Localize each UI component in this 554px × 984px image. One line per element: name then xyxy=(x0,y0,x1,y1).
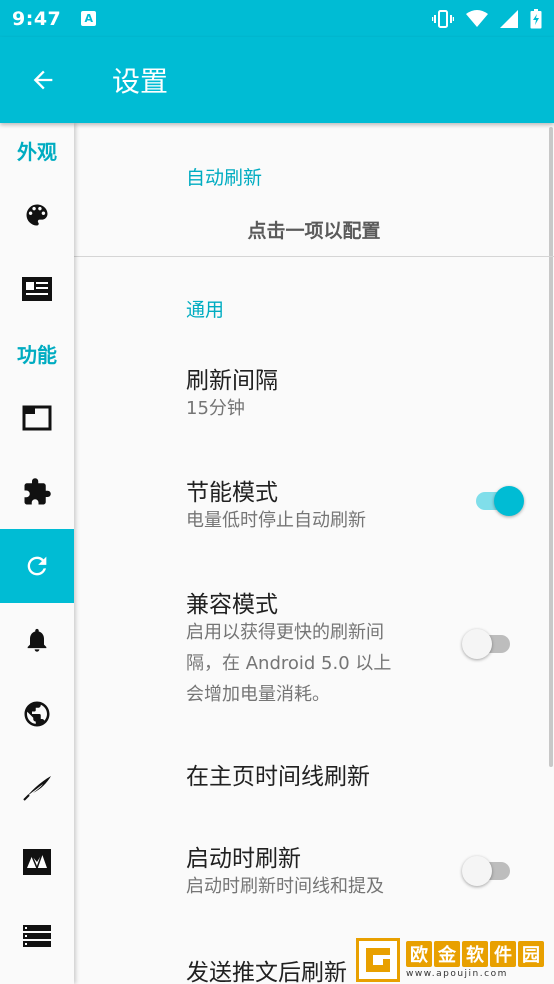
sidebar-item-notifications[interactable] xyxy=(0,603,74,677)
pref-summary: 启动时刷新时间线和提及 xyxy=(186,876,384,897)
wifi-icon xyxy=(466,9,488,27)
pref-title: 刷新间隔 xyxy=(186,368,278,394)
settings-screen: 9:47 A 设置 外观 功能 自动刷新 点击一项以配置 通用 刷新间隔 15分… xyxy=(0,0,554,984)
pref-title: 兼容模式 xyxy=(186,592,278,618)
switch-thumb xyxy=(494,486,524,516)
power-saving-switch[interactable] xyxy=(474,484,524,518)
status-time: 9:47 xyxy=(12,7,62,30)
pref-refresh-on-start[interactable]: 启动时刷新 启动时刷新时间线和提及 xyxy=(74,821,554,911)
back-button[interactable] xyxy=(0,37,86,123)
sidebar-item-extensions[interactable] xyxy=(0,455,74,529)
settings-content: 自动刷新 点击一项以配置 通用 刷新间隔 15分钟 节能模式 电量低时停止自动刷… xyxy=(74,123,554,984)
tab-icon xyxy=(22,405,52,431)
battery-icon xyxy=(530,8,542,28)
refresh-icon xyxy=(27,556,47,576)
pref-title: 在主页时间线刷新 xyxy=(186,764,370,790)
watermark-chars: 欧 金 软 件 园 xyxy=(406,941,544,967)
pref-summary-line: 隔，在 Android 5.0 以上 xyxy=(186,653,392,674)
vibrate-icon xyxy=(432,9,454,28)
switch-thumb xyxy=(462,629,492,659)
section-label-auto-refresh: 自动刷新 xyxy=(186,167,263,189)
pref-title: 发送推文后刷新 xyxy=(186,960,347,984)
sidebar-item-network[interactable] xyxy=(0,677,74,751)
watermark-char: 园 xyxy=(518,941,544,967)
compatibility-mode-switch[interactable] xyxy=(462,627,512,661)
arrow-back-icon xyxy=(33,70,53,90)
sidebar-item-tabs[interactable] xyxy=(0,381,74,455)
quill-icon xyxy=(23,776,51,801)
pref-title: 节能模式 xyxy=(186,480,278,506)
status-icons xyxy=(432,8,542,29)
pref-summary: 电量低时停止自动刷新 xyxy=(186,510,366,531)
watermark-text: 欧 金 软 件 园 www.apoujin.com xyxy=(406,941,544,979)
watermark-char: 欧 xyxy=(406,941,432,967)
sidebar-header-appearance: 外观 xyxy=(17,140,57,164)
section-divider xyxy=(74,256,554,257)
watermark-char: 件 xyxy=(490,941,516,967)
pref-power-saving[interactable]: 节能模式 电量低时停止自动刷新 xyxy=(74,455,554,545)
watermark-char: 金 xyxy=(434,941,460,967)
sidebar-item-refresh[interactable] xyxy=(0,529,74,603)
page-title: 设置 xyxy=(112,65,169,98)
watermark-url: www.apoujin.com xyxy=(406,969,508,979)
switch-thumb xyxy=(462,856,492,886)
sidebar-item-theme[interactable] xyxy=(0,178,74,252)
pref-refresh-home-timeline[interactable]: 在主页时间线刷新 xyxy=(74,737,554,813)
pref-summary-line: 会增加电量消耗。 xyxy=(186,684,330,705)
settings-category-sidebar: 外观 功能 xyxy=(0,123,74,984)
sidebar-item-compose[interactable] xyxy=(0,751,74,825)
watermark-mark-icon xyxy=(356,938,400,982)
status-bar: 9:47 A xyxy=(0,0,554,37)
pref-compatibility-mode[interactable]: 兼容模式 启用以获得更快的刷新间 隔，在 Android 5.0 以上 会增加电… xyxy=(74,567,554,717)
pref-summary-line: 启用以获得更快的刷新间 xyxy=(186,622,384,643)
sidebar-header-features: 功能 xyxy=(17,343,57,367)
signal-icon xyxy=(500,9,518,28)
bell-icon xyxy=(27,628,47,652)
watermark-char: 软 xyxy=(462,941,488,967)
globe-icon xyxy=(24,701,50,727)
article-icon xyxy=(22,277,52,301)
extension-icon xyxy=(24,478,51,505)
pref-summary: 15分钟 xyxy=(186,398,245,419)
notification-icon: A xyxy=(81,11,97,26)
watermark-logo: 欧 金 软 件 园 www.apoujin.com xyxy=(356,936,554,984)
sidebar-item-display[interactable] xyxy=(0,252,74,326)
sidebar-item-storage[interactable] xyxy=(0,899,74,973)
mail-icon xyxy=(23,849,51,875)
configure-hint: 点击一项以配置 xyxy=(247,220,381,242)
pref-refresh-interval[interactable]: 刷新间隔 15分钟 xyxy=(74,343,554,433)
palette-icon xyxy=(26,204,48,226)
pref-title: 启动时刷新 xyxy=(186,846,301,872)
section-label-general: 通用 xyxy=(186,299,225,321)
app-toolbar: 设置 xyxy=(0,37,554,123)
list-icon xyxy=(23,925,51,947)
sidebar-item-messages[interactable] xyxy=(0,825,74,899)
refresh-on-start-switch[interactable] xyxy=(462,854,512,888)
